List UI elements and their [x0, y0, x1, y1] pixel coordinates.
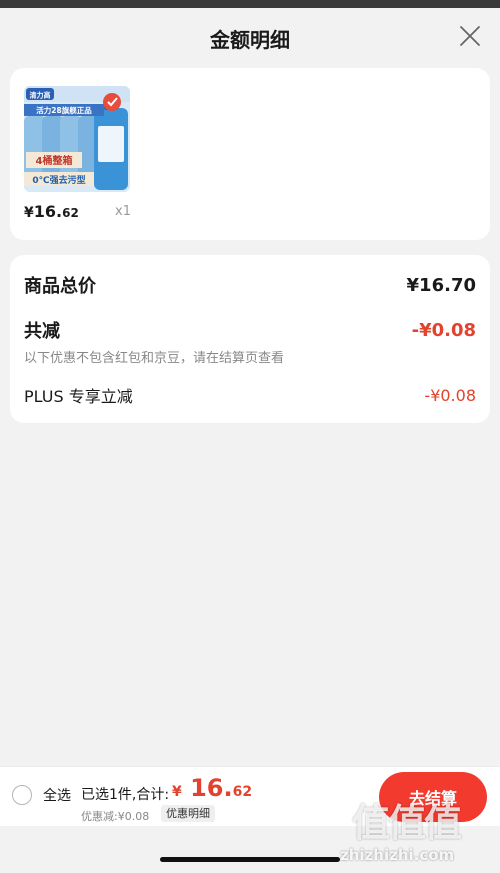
- product-image[interactable]: 清力高 活力28旗舰正品 4桶整箱 0℃强去污型: [24, 86, 130, 192]
- product-tagline-text: 0℃强去污型: [32, 174, 85, 186]
- sheet-title: 金额明细: [210, 28, 290, 52]
- product-badge-text: 4桶整箱: [36, 154, 73, 167]
- selected-count-text: 已选1件,合计:: [81, 787, 170, 803]
- close-icon: [460, 26, 480, 46]
- product-banner-text: 活力28旗舰正品: [36, 105, 92, 115]
- product-price-decimal: 62: [62, 206, 79, 220]
- product-card: 清力高 活力28旗舰正品 4桶整箱 0℃强去污型 ¥16.62 x1: [10, 68, 490, 240]
- total-discount-row: 共减 -¥0.08: [24, 317, 476, 343]
- cart-total-decimal: 62: [232, 784, 253, 800]
- total-discount-value: -¥0.08: [411, 319, 476, 341]
- top-edge: [0, 0, 500, 8]
- plus-discount-row: PLUS 专享立减 -¥0.08: [24, 383, 476, 407]
- total-discount-label: 共减: [24, 321, 60, 342]
- product-brand-text: 清力高: [30, 91, 51, 100]
- price-summary-card: 商品总价 ¥16.70 共减 -¥0.08 以下优惠不包含红包和京豆，请在结算页…: [10, 255, 490, 423]
- product-price-currency: ¥: [24, 205, 34, 221]
- close-button[interactable]: [458, 24, 482, 48]
- watermark-url: zhizhizhi.com: [340, 846, 455, 864]
- total-price-label: 商品总价: [24, 276, 96, 297]
- home-indicator: [160, 857, 340, 862]
- product-price: ¥16.62: [24, 202, 79, 221]
- product-price-integer: 16.: [33, 202, 63, 221]
- select-all-radio[interactable]: [12, 785, 32, 805]
- select-all-label: 全选: [43, 788, 71, 804]
- plus-discount-label: PLUS 专享立减: [24, 387, 133, 406]
- sheet-header: 金额明细: [0, 8, 500, 68]
- product-quantity: x1: [115, 204, 131, 219]
- total-price-row: 商品总价 ¥16.70: [24, 272, 476, 298]
- cart-total-integer: 16.: [181, 774, 233, 802]
- total-price-value: ¥16.70: [406, 274, 476, 296]
- discount-detail-button[interactable]: 优惠明细: [161, 805, 215, 822]
- cart-total-amount: ¥ 16.62: [172, 774, 252, 802]
- cart-discount-text: 优惠减:¥0.08: [81, 810, 150, 823]
- cart-total-currency: ¥: [172, 784, 182, 800]
- plus-discount-value: -¥0.08: [424, 385, 476, 405]
- amount-detail-sheet: 金额明细 清力高 活力28旗舰正品 4桶整箱 0℃强去污型 ¥16.62 x1 …: [0, 8, 500, 873]
- watermark-logo: 值值值: [352, 801, 462, 845]
- discount-note: 以下优惠不包含红包和京豆，请在结算页查看: [24, 351, 285, 366]
- product-image-illustration: 清力高 活力28旗舰正品 4桶整箱 0℃强去污型: [24, 86, 130, 192]
- select-all-toggle[interactable]: 全选: [12, 785, 71, 805]
